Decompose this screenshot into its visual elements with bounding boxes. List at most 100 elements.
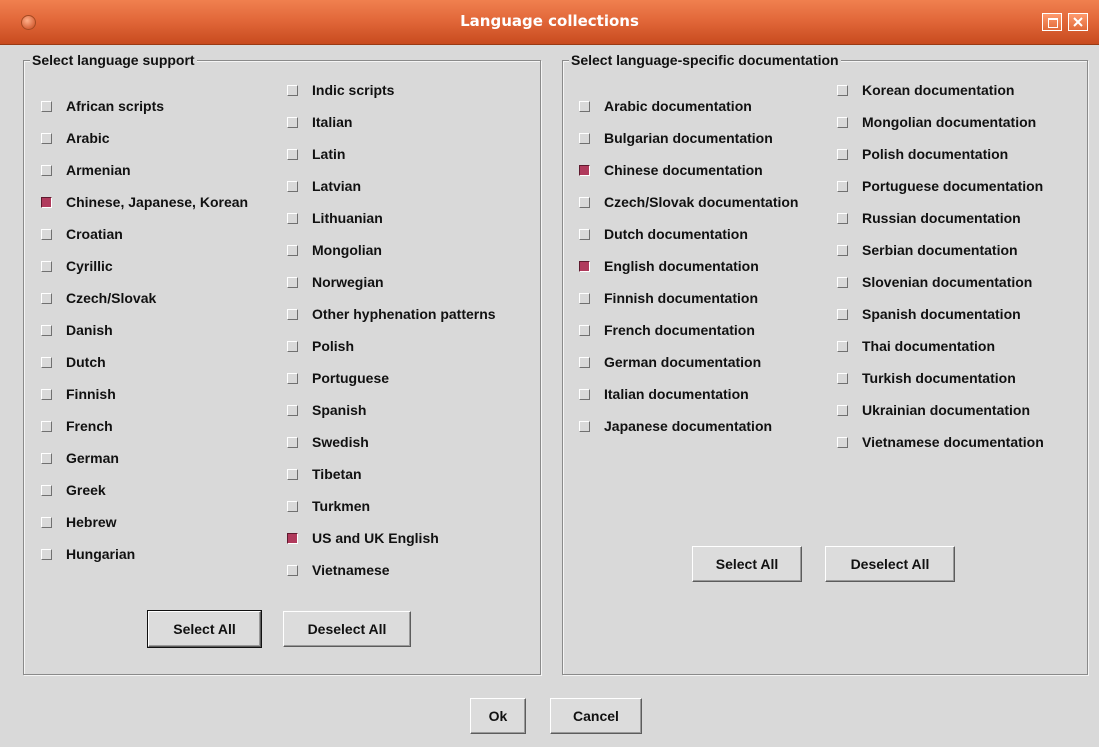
checkbox-unchecked-icon[interactable] xyxy=(287,276,298,288)
checkbox-unchecked-icon[interactable] xyxy=(837,372,848,384)
language-checkbox[interactable]: US and UK English xyxy=(287,528,439,548)
maximize-icon[interactable] xyxy=(1042,13,1062,31)
language-checkbox[interactable]: Greek xyxy=(41,480,106,500)
language-checkbox[interactable]: Other hyphenation patterns xyxy=(287,304,496,324)
checkbox-checked-icon[interactable] xyxy=(579,260,590,272)
documentation-checkbox[interactable]: Russian documentation xyxy=(837,208,1021,228)
checkbox-unchecked-icon[interactable] xyxy=(287,340,298,352)
language-checkbox[interactable]: French xyxy=(41,416,113,436)
checkbox-unchecked-icon[interactable] xyxy=(41,292,52,304)
checkbox-unchecked-icon[interactable] xyxy=(41,100,52,112)
documentation-checkbox[interactable]: Chinese documentation xyxy=(579,160,763,180)
language-checkbox[interactable]: Cyrillic xyxy=(41,256,113,276)
checkbox-checked-icon[interactable] xyxy=(41,196,52,208)
checkbox-unchecked-icon[interactable] xyxy=(579,420,590,432)
select-all-languages-button[interactable]: Select All xyxy=(147,610,262,648)
checkbox-unchecked-icon[interactable] xyxy=(837,212,848,224)
documentation-checkbox[interactable]: Italian documentation xyxy=(579,384,749,404)
checkbox-unchecked-icon[interactable] xyxy=(579,228,590,240)
checkbox-unchecked-icon[interactable] xyxy=(41,228,52,240)
language-checkbox[interactable]: Czech/Slovak xyxy=(41,288,156,308)
language-checkbox[interactable]: Latin xyxy=(287,144,345,164)
language-checkbox[interactable]: Croatian xyxy=(41,224,123,244)
checkbox-unchecked-icon[interactable] xyxy=(41,132,52,144)
documentation-checkbox[interactable]: Bulgarian documentation xyxy=(579,128,773,148)
checkbox-unchecked-icon[interactable] xyxy=(837,116,848,128)
documentation-checkbox[interactable]: Ukrainian documentation xyxy=(837,400,1030,420)
checkbox-unchecked-icon[interactable] xyxy=(837,84,848,96)
documentation-checkbox[interactable]: Polish documentation xyxy=(837,144,1008,164)
checkbox-unchecked-icon[interactable] xyxy=(41,388,52,400)
checkbox-unchecked-icon[interactable] xyxy=(287,180,298,192)
documentation-checkbox[interactable]: Finnish documentation xyxy=(579,288,758,308)
language-checkbox[interactable]: Hungarian xyxy=(41,544,135,564)
checkbox-unchecked-icon[interactable] xyxy=(579,324,590,336)
checkbox-unchecked-icon[interactable] xyxy=(41,324,52,336)
cancel-button[interactable]: Cancel xyxy=(550,698,642,734)
deselect-all-docs-button[interactable]: Deselect All xyxy=(825,546,955,582)
checkbox-unchecked-icon[interactable] xyxy=(287,148,298,160)
language-checkbox[interactable]: Chinese, Japanese, Korean xyxy=(41,192,248,212)
checkbox-unchecked-icon[interactable] xyxy=(837,436,848,448)
language-checkbox[interactable]: Finnish xyxy=(41,384,116,404)
language-checkbox[interactable]: Spanish xyxy=(287,400,366,420)
checkbox-unchecked-icon[interactable] xyxy=(837,404,848,416)
close-icon[interactable] xyxy=(1068,13,1088,31)
checkbox-checked-icon[interactable] xyxy=(287,532,298,544)
language-checkbox[interactable]: Turkmen xyxy=(287,496,370,516)
select-all-docs-button[interactable]: Select All xyxy=(692,546,802,582)
checkbox-unchecked-icon[interactable] xyxy=(41,516,52,528)
checkbox-unchecked-icon[interactable] xyxy=(287,468,298,480)
documentation-checkbox[interactable]: Portuguese documentation xyxy=(837,176,1043,196)
language-checkbox[interactable]: Portuguese xyxy=(287,368,389,388)
checkbox-unchecked-icon[interactable] xyxy=(41,452,52,464)
documentation-checkbox[interactable]: Slovenian documentation xyxy=(837,272,1032,292)
checkbox-unchecked-icon[interactable] xyxy=(579,196,590,208)
documentation-checkbox[interactable]: Dutch documentation xyxy=(579,224,748,244)
documentation-checkbox[interactable]: Korean documentation xyxy=(837,80,1014,100)
documentation-checkbox[interactable]: German documentation xyxy=(579,352,761,372)
checkbox-unchecked-icon[interactable] xyxy=(287,308,298,320)
checkbox-unchecked-icon[interactable] xyxy=(41,260,52,272)
checkbox-unchecked-icon[interactable] xyxy=(837,340,848,352)
checkbox-unchecked-icon[interactable] xyxy=(579,132,590,144)
checkbox-unchecked-icon[interactable] xyxy=(287,436,298,448)
language-checkbox[interactable]: Lithuanian xyxy=(287,208,383,228)
checkbox-unchecked-icon[interactable] xyxy=(837,148,848,160)
documentation-checkbox[interactable]: Vietnamese documentation xyxy=(837,432,1044,452)
documentation-checkbox[interactable]: Arabic documentation xyxy=(579,96,752,116)
language-checkbox[interactable]: Italian xyxy=(287,112,352,132)
language-checkbox[interactable]: Hebrew xyxy=(41,512,117,532)
checkbox-unchecked-icon[interactable] xyxy=(579,388,590,400)
language-checkbox[interactable]: African scripts xyxy=(41,96,164,116)
checkbox-unchecked-icon[interactable] xyxy=(837,308,848,320)
checkbox-unchecked-icon[interactable] xyxy=(41,356,52,368)
checkbox-unchecked-icon[interactable] xyxy=(287,564,298,576)
checkbox-unchecked-icon[interactable] xyxy=(41,548,52,560)
checkbox-unchecked-icon[interactable] xyxy=(837,244,848,256)
title-bar[interactable]: Language collections xyxy=(0,0,1099,45)
checkbox-checked-icon[interactable] xyxy=(579,164,590,176)
checkbox-unchecked-icon[interactable] xyxy=(287,372,298,384)
language-checkbox[interactable]: Norwegian xyxy=(287,272,384,292)
checkbox-unchecked-icon[interactable] xyxy=(287,116,298,128)
language-checkbox[interactable]: Vietnamese xyxy=(287,560,390,580)
documentation-checkbox[interactable]: Turkish documentation xyxy=(837,368,1016,388)
language-checkbox[interactable]: Polish xyxy=(287,336,354,356)
language-checkbox[interactable]: Mongolian xyxy=(287,240,382,260)
language-checkbox[interactable]: Swedish xyxy=(287,432,369,452)
checkbox-unchecked-icon[interactable] xyxy=(837,276,848,288)
language-checkbox[interactable]: Indic scripts xyxy=(287,80,394,100)
documentation-checkbox[interactable]: French documentation xyxy=(579,320,755,340)
documentation-checkbox[interactable]: English documentation xyxy=(579,256,759,276)
checkbox-unchecked-icon[interactable] xyxy=(287,244,298,256)
language-checkbox[interactable]: Danish xyxy=(41,320,113,340)
language-checkbox[interactable]: German xyxy=(41,448,119,468)
checkbox-unchecked-icon[interactable] xyxy=(287,212,298,224)
deselect-all-languages-button[interactable]: Deselect All xyxy=(283,611,411,647)
language-checkbox[interactable]: Latvian xyxy=(287,176,361,196)
checkbox-unchecked-icon[interactable] xyxy=(41,420,52,432)
checkbox-unchecked-icon[interactable] xyxy=(41,164,52,176)
ok-button[interactable]: Ok xyxy=(470,698,526,734)
documentation-checkbox[interactable]: Serbian documentation xyxy=(837,240,1018,260)
